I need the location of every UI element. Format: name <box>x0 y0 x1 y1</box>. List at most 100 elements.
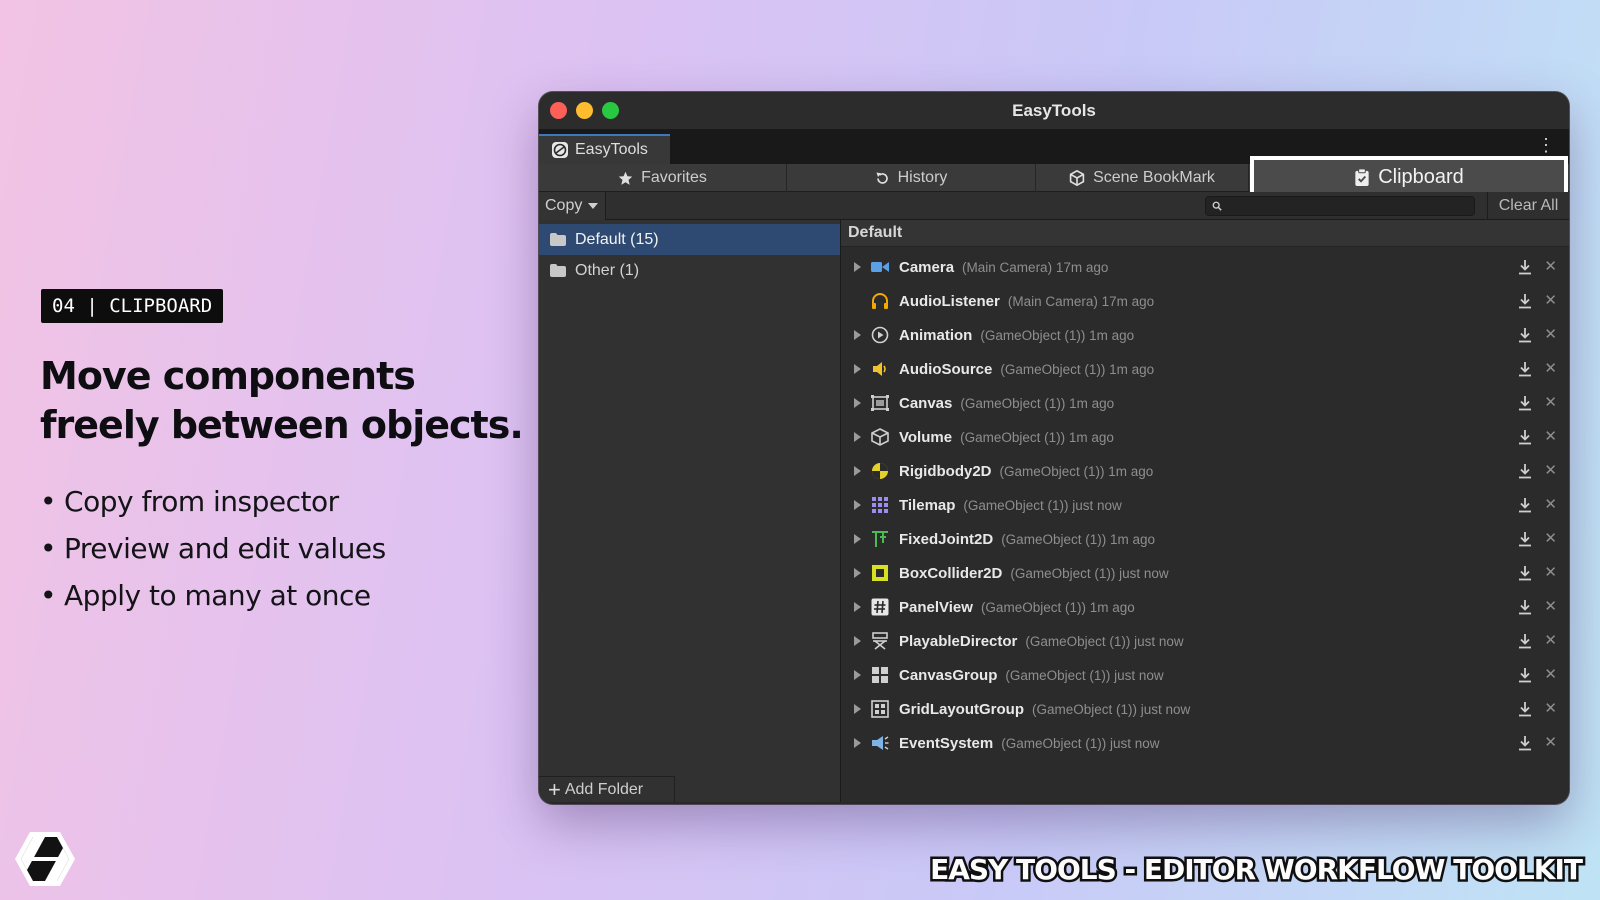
folder-item-default[interactable]: Default (15) <box>539 224 840 255</box>
expand-arrow-icon[interactable] <box>854 262 861 272</box>
component-list: Camera (Main Camera) 17m ago ✕ AudioList… <box>841 247 1569 760</box>
canvas-icon <box>871 394 889 412</box>
more-options-icon[interactable]: ⋮ <box>1537 136 1555 154</box>
component-name: AudioListener <box>899 292 1000 310</box>
expand-arrow-icon[interactable] <box>854 330 861 340</box>
component-name: GridLayoutGroup <box>899 700 1024 718</box>
paste-download-icon[interactable] <box>1517 463 1533 479</box>
expand-arrow-icon[interactable] <box>854 466 861 476</box>
maximize-window-button[interactable] <box>602 102 619 119</box>
feature-list: • Copy from inspector • Preview and edit v… <box>40 482 386 623</box>
tab-scene-bookmark[interactable]: Scene BookMark <box>1036 164 1249 192</box>
tab-history[interactable]: History <box>787 164 1036 192</box>
component-name: EventSystem <box>899 734 994 752</box>
paste-download-icon[interactable] <box>1517 259 1533 275</box>
component-row-volume[interactable]: Volume (GameObject (1)) 1m ago ✕ <box>841 420 1569 454</box>
expand-arrow-icon[interactable] <box>854 364 861 374</box>
expand-arrow-icon[interactable] <box>854 500 861 510</box>
component-row-canvasgroup[interactable]: CanvasGroup (GameObject (1)) just now ✕ <box>841 658 1569 692</box>
component-source: (GameObject (1)) 1m ago <box>1001 531 1155 547</box>
component-name: BoxCollider2D <box>899 564 1003 582</box>
search-field[interactable] <box>1205 196 1475 216</box>
expand-arrow-icon[interactable] <box>854 670 861 680</box>
search-icon <box>1212 201 1222 211</box>
clipboard-list-panel: Default Camera (Main Camera) 17m ago ✕ A… <box>841 220 1569 802</box>
clear-all-button[interactable]: Clear All <box>1487 192 1569 220</box>
component-row-camera[interactable]: Camera (Main Camera) 17m ago ✕ <box>841 250 1569 284</box>
close-window-button[interactable] <box>550 102 567 119</box>
component-row-playabledirector[interactable]: PlayableDirector (GameObject (1)) just n… <box>841 624 1569 658</box>
paste-download-icon[interactable] <box>1517 429 1533 445</box>
component-row-audiolistener[interactable]: AudioListener (Main Camera) 17m ago ✕ <box>841 284 1569 318</box>
folder-item-other[interactable]: Other (1) <box>539 255 840 286</box>
search-input[interactable] <box>1228 198 1458 214</box>
expand-arrow-icon[interactable] <box>854 568 861 578</box>
box-collider-icon <box>871 564 889 582</box>
remove-entry-icon[interactable]: ✕ <box>1544 597 1557 615</box>
minimize-window-button[interactable] <box>576 102 593 119</box>
component-row-audiosource[interactable]: AudioSource (GameObject (1)) 1m ago ✕ <box>841 352 1569 386</box>
expand-arrow-icon[interactable] <box>854 636 861 646</box>
paste-download-icon[interactable] <box>1517 293 1533 309</box>
remove-entry-icon[interactable]: ✕ <box>1544 359 1557 377</box>
remove-entry-icon[interactable]: ✕ <box>1544 427 1557 445</box>
remove-entry-icon[interactable]: ✕ <box>1544 257 1557 275</box>
folder-icon <box>550 264 566 277</box>
remove-entry-icon[interactable]: ✕ <box>1544 495 1557 513</box>
feature-item: • Copy from inspector <box>40 485 339 518</box>
remove-entry-icon[interactable]: ✕ <box>1544 461 1557 479</box>
feature-tabs: Favorites History Scene BookMark Clipboa… <box>539 156 1569 198</box>
component-row-rigidbody2d[interactable]: Rigidbody2D (GameObject (1)) 1m ago ✕ <box>841 454 1569 488</box>
remove-entry-icon[interactable]: ✕ <box>1544 631 1557 649</box>
paste-download-icon[interactable] <box>1517 497 1533 513</box>
expand-arrow-icon[interactable] <box>854 296 861 306</box>
tab-favorites[interactable]: Favorites <box>539 164 787 192</box>
paste-download-icon[interactable] <box>1517 361 1533 377</box>
title-bar[interactable]: EasyTools <box>539 92 1569 130</box>
paste-download-icon[interactable] <box>1517 565 1533 581</box>
tilemap-icon <box>871 496 889 514</box>
tab-easytools[interactable]: EasyTools <box>539 134 670 164</box>
component-row-tilemap[interactable]: Tilemap (GameObject (1)) just now ✕ <box>841 488 1569 522</box>
paste-download-icon[interactable] <box>1517 395 1533 411</box>
paste-download-icon[interactable] <box>1517 599 1533 615</box>
paste-download-icon[interactable] <box>1517 667 1533 683</box>
joint-icon <box>871 530 889 548</box>
add-folder-button[interactable]: + Add Folder <box>539 776 675 802</box>
paste-download-icon[interactable] <box>1517 633 1533 649</box>
remove-entry-icon[interactable]: ✕ <box>1544 733 1557 751</box>
component-row-eventsystem[interactable]: EventSystem (GameObject (1)) just now ✕ <box>841 726 1569 760</box>
paste-download-icon[interactable] <box>1517 327 1533 343</box>
paste-download-icon[interactable] <box>1517 701 1533 717</box>
history-icon <box>876 172 888 184</box>
component-name: Volume <box>899 428 953 446</box>
expand-arrow-icon[interactable] <box>854 534 861 544</box>
remove-entry-icon[interactable]: ✕ <box>1544 665 1557 683</box>
expand-arrow-icon[interactable] <box>854 398 861 408</box>
component-row-fixedjoint2d[interactable]: FixedJoint2D (GameObject (1)) 1m ago ✕ <box>841 522 1569 556</box>
expand-arrow-icon[interactable] <box>854 432 861 442</box>
component-name: Tilemap <box>899 496 956 514</box>
component-row-panelview[interactable]: PanelView (GameObject (1)) 1m ago ✕ <box>841 590 1569 624</box>
component-row-canvas[interactable]: Canvas (GameObject (1)) 1m ago ✕ <box>841 386 1569 420</box>
remove-entry-icon[interactable]: ✕ <box>1544 563 1557 581</box>
component-source: (Main Camera) 17m ago <box>1007 293 1155 309</box>
component-row-animation[interactable]: Animation (GameObject (1)) 1m ago ✕ <box>841 318 1569 352</box>
remove-entry-icon[interactable]: ✕ <box>1544 529 1557 547</box>
paste-download-icon[interactable] <box>1517 735 1533 751</box>
paste-download-icon[interactable] <box>1517 531 1533 547</box>
remove-entry-icon[interactable]: ✕ <box>1544 699 1557 717</box>
remove-entry-icon[interactable]: ✕ <box>1544 325 1557 343</box>
footer-title: EASY TOOLS - EDITOR WORKFLOW TOOLKIT <box>928 851 1586 889</box>
copy-dropdown[interactable]: Copy <box>539 191 606 220</box>
expand-arrow-icon[interactable] <box>854 738 861 748</box>
expand-arrow-icon[interactable] <box>854 704 861 714</box>
component-row-gridlayoutgroup[interactable]: GridLayoutGroup (GameObject (1)) just no… <box>841 692 1569 726</box>
component-row-boxcollider2d[interactable]: BoxCollider2D (GameObject (1)) just now … <box>841 556 1569 590</box>
remove-entry-icon[interactable]: ✕ <box>1544 291 1557 309</box>
camera-icon <box>871 258 889 276</box>
expand-arrow-icon[interactable] <box>854 602 861 612</box>
section-badge: 04 | CLIPBOARD <box>41 289 224 323</box>
headphones-icon <box>871 292 889 310</box>
remove-entry-icon[interactable]: ✕ <box>1544 393 1557 411</box>
